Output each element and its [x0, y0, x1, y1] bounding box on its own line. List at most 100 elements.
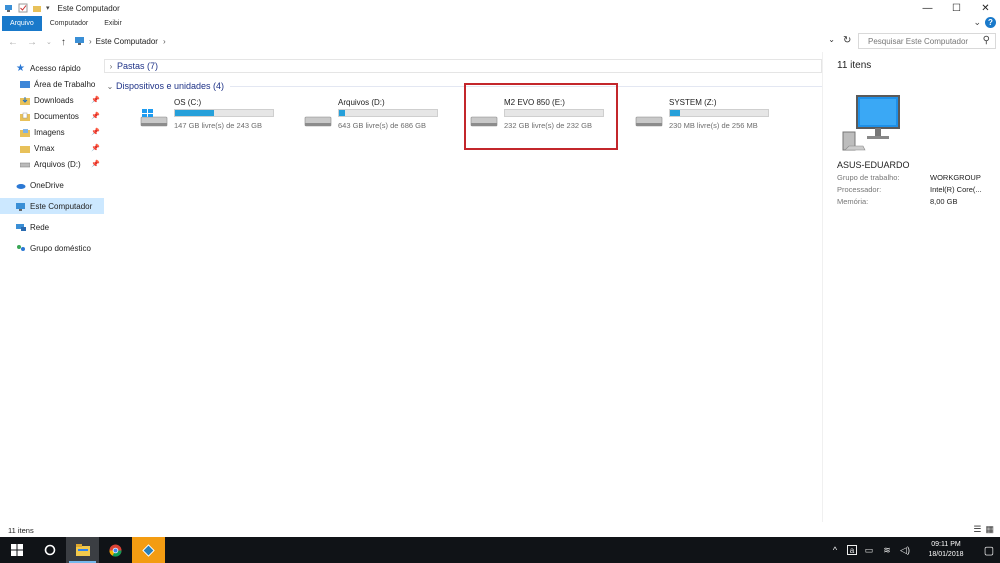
window-controls: — ☐ ✕	[913, 0, 1000, 16]
computer-icon	[16, 202, 25, 211]
address-bar[interactable]: › Este Computador › ⌄	[70, 33, 842, 49]
close-button[interactable]: ✕	[971, 0, 1000, 16]
search-input[interactable]: Pesquisar Este Computador ⚲	[858, 33, 996, 49]
title-bar: ▾ Este Computador — ☐ ✕	[0, 0, 1000, 16]
recent-locations-icon[interactable]: ⌄	[46, 38, 52, 46]
volume-icon[interactable]: ◁)	[899, 545, 911, 556]
collapse-icon[interactable]: ⌄	[104, 82, 116, 91]
cloud-icon	[16, 183, 26, 189]
drive-usage-bar	[338, 109, 438, 117]
tab-arquivo[interactable]: Arquivo	[2, 16, 42, 31]
details-view-icon[interactable]: ☰	[973, 524, 981, 535]
pictures-folder-icon	[20, 128, 30, 137]
sidebar-item-homegroup[interactable]: Grupo doméstico	[0, 240, 104, 256]
group-title: Dispositivos e unidades (4)	[116, 81, 225, 91]
tab-computador[interactable]: Computador	[42, 16, 97, 31]
sidebar-item-label: Área de Trabalho	[34, 79, 96, 89]
cortana-button[interactable]	[33, 537, 66, 563]
up-icon[interactable]: ↑	[61, 37, 66, 48]
file-explorer-taskbar-button[interactable]	[66, 537, 99, 563]
sidebar-item-this-pc[interactable]: Este Computador	[0, 198, 104, 214]
drive-item-d[interactable]: Arquivos (D:) 643 GB livre(s) de 686 GB	[304, 97, 454, 137]
action-center-icon[interactable]: ▢	[978, 537, 1000, 563]
back-icon[interactable]: ←	[8, 37, 18, 48]
maximize-button[interactable]: ☐	[942, 0, 971, 16]
tab-exibir[interactable]: Exibir	[96, 16, 130, 31]
sidebar-item-network[interactable]: Rede	[0, 219, 104, 235]
computer-name: ASUS-EDUARDO	[837, 160, 910, 170]
breadcrumb[interactable]: Este Computador	[96, 37, 158, 46]
sidebar-item-label: Vmax	[34, 143, 55, 153]
sidebar-item-documents[interactable]: Documentos 📌	[0, 108, 104, 124]
address-history-icon[interactable]: ⌄	[828, 35, 835, 44]
minimize-button[interactable]: —	[913, 0, 942, 16]
start-button[interactable]	[0, 537, 33, 563]
sidebar-item-label: Grupo doméstico	[30, 243, 91, 253]
star-icon: ★	[16, 62, 25, 74]
highlight-box	[464, 83, 618, 150]
drive-usage-bar	[669, 109, 769, 117]
pin-icon[interactable]: 📌	[91, 128, 100, 136]
sidebar-item-label: Rede	[30, 222, 50, 232]
folders-group-header[interactable]: › Pastas (7)	[104, 59, 822, 73]
sidebar-item-pictures[interactable]: Imagens 📌	[0, 124, 104, 140]
new-folder-icon[interactable]	[32, 3, 42, 13]
drive-name: Arquivos (D:)	[338, 98, 385, 107]
pin-icon[interactable]: 📌	[91, 144, 100, 152]
sidebar-item-label: Downloads	[34, 95, 74, 105]
show-hidden-icons-icon[interactable]: ^	[829, 545, 841, 555]
sidebar-item-desktop[interactable]: Área de Trabalho	[0, 76, 104, 92]
sidebar-item-vmax[interactable]: Vmax 📌	[0, 140, 104, 156]
clock-time: 09:11 PM	[931, 541, 961, 548]
properties-icon[interactable]	[18, 3, 28, 13]
clock-date: 18/01/2018	[928, 551, 964, 558]
computer-icon	[75, 37, 84, 45]
forward-icon[interactable]: →	[27, 37, 37, 48]
computer-icon	[5, 5, 12, 12]
refresh-icon[interactable]: ↻	[843, 35, 851, 46]
cortana-circle-icon	[44, 544, 55, 556]
windows-logo-icon	[10, 544, 23, 556]
drive-usage-fill	[339, 110, 345, 116]
breadcrumb-separator-icon[interactable]: ›	[163, 37, 166, 46]
drive-usage-bar	[174, 109, 274, 117]
sidebar-item-label: Imagens	[34, 127, 65, 137]
expand-icon[interactable]: ›	[105, 62, 117, 71]
group-title: Pastas (7)	[117, 61, 159, 71]
sidebar-item-label: OneDrive	[30, 180, 64, 190]
devices-group-header[interactable]: ⌄ Dispositivos e unidades (4)	[104, 79, 822, 93]
clock[interactable]: 09:11 PM 18/01/2018	[920, 540, 972, 560]
chrome-taskbar-button[interactable]	[99, 537, 132, 563]
large-icons-view-icon[interactable]: ▦	[985, 524, 994, 535]
battery-icon[interactable]: ▭	[863, 545, 875, 556]
address-row: ← → ⌄ ↑ › Este Computador › ⌄ ↻ Pesquisa…	[0, 33, 1000, 51]
drive-usage-fill	[670, 110, 680, 116]
app-diamond-icon	[142, 543, 155, 557]
wifi-icon[interactable]: ≋	[881, 545, 893, 556]
pin-icon[interactable]: 📌	[91, 96, 100, 104]
sidebar-item-label: Acesso rápido	[30, 63, 81, 73]
sidebar-item-label: Arquivos (D:)	[34, 159, 81, 169]
sidebar-item-quick-access[interactable]: ★ Acesso rápido	[0, 60, 104, 76]
qa-dropdown-icon[interactable]: ▾	[46, 4, 50, 12]
app-taskbar-button[interactable]	[132, 537, 165, 563]
sidebar-item-downloads[interactable]: Downloads 📌	[0, 92, 104, 108]
sidebar-item-label: Este Computador	[30, 201, 93, 211]
sidebar-item-onedrive[interactable]: OneDrive	[0, 177, 104, 193]
homegroup-icon	[17, 244, 25, 251]
details-item-count: 11 itens	[837, 60, 872, 71]
sidebar-item-arquivos-d[interactable]: Arquivos (D:) 📌	[0, 156, 104, 172]
help-icon[interactable]: ?	[985, 17, 996, 28]
drive-usage-fill	[175, 110, 215, 116]
folder-icon	[20, 145, 30, 153]
computer-icon	[842, 95, 900, 151]
pin-icon[interactable]: 📌	[91, 160, 100, 168]
sidebar-item-label: Documentos	[34, 111, 79, 121]
drive-item-c[interactable]: OS (C:) 147 GB livre(s) de 243 GB	[140, 97, 290, 137]
amazon-icon[interactable]: a	[847, 545, 857, 555]
expand-ribbon-icon[interactable]: ⌄	[973, 17, 981, 28]
chrome-icon	[109, 543, 122, 557]
status-bar: 11 itens ☰ ▦	[0, 524, 1000, 536]
pin-icon[interactable]: 📌	[91, 112, 100, 120]
drive-item-z[interactable]: SYSTEM (Z:) 230 MB livre(s) de 256 MB	[635, 97, 785, 137]
